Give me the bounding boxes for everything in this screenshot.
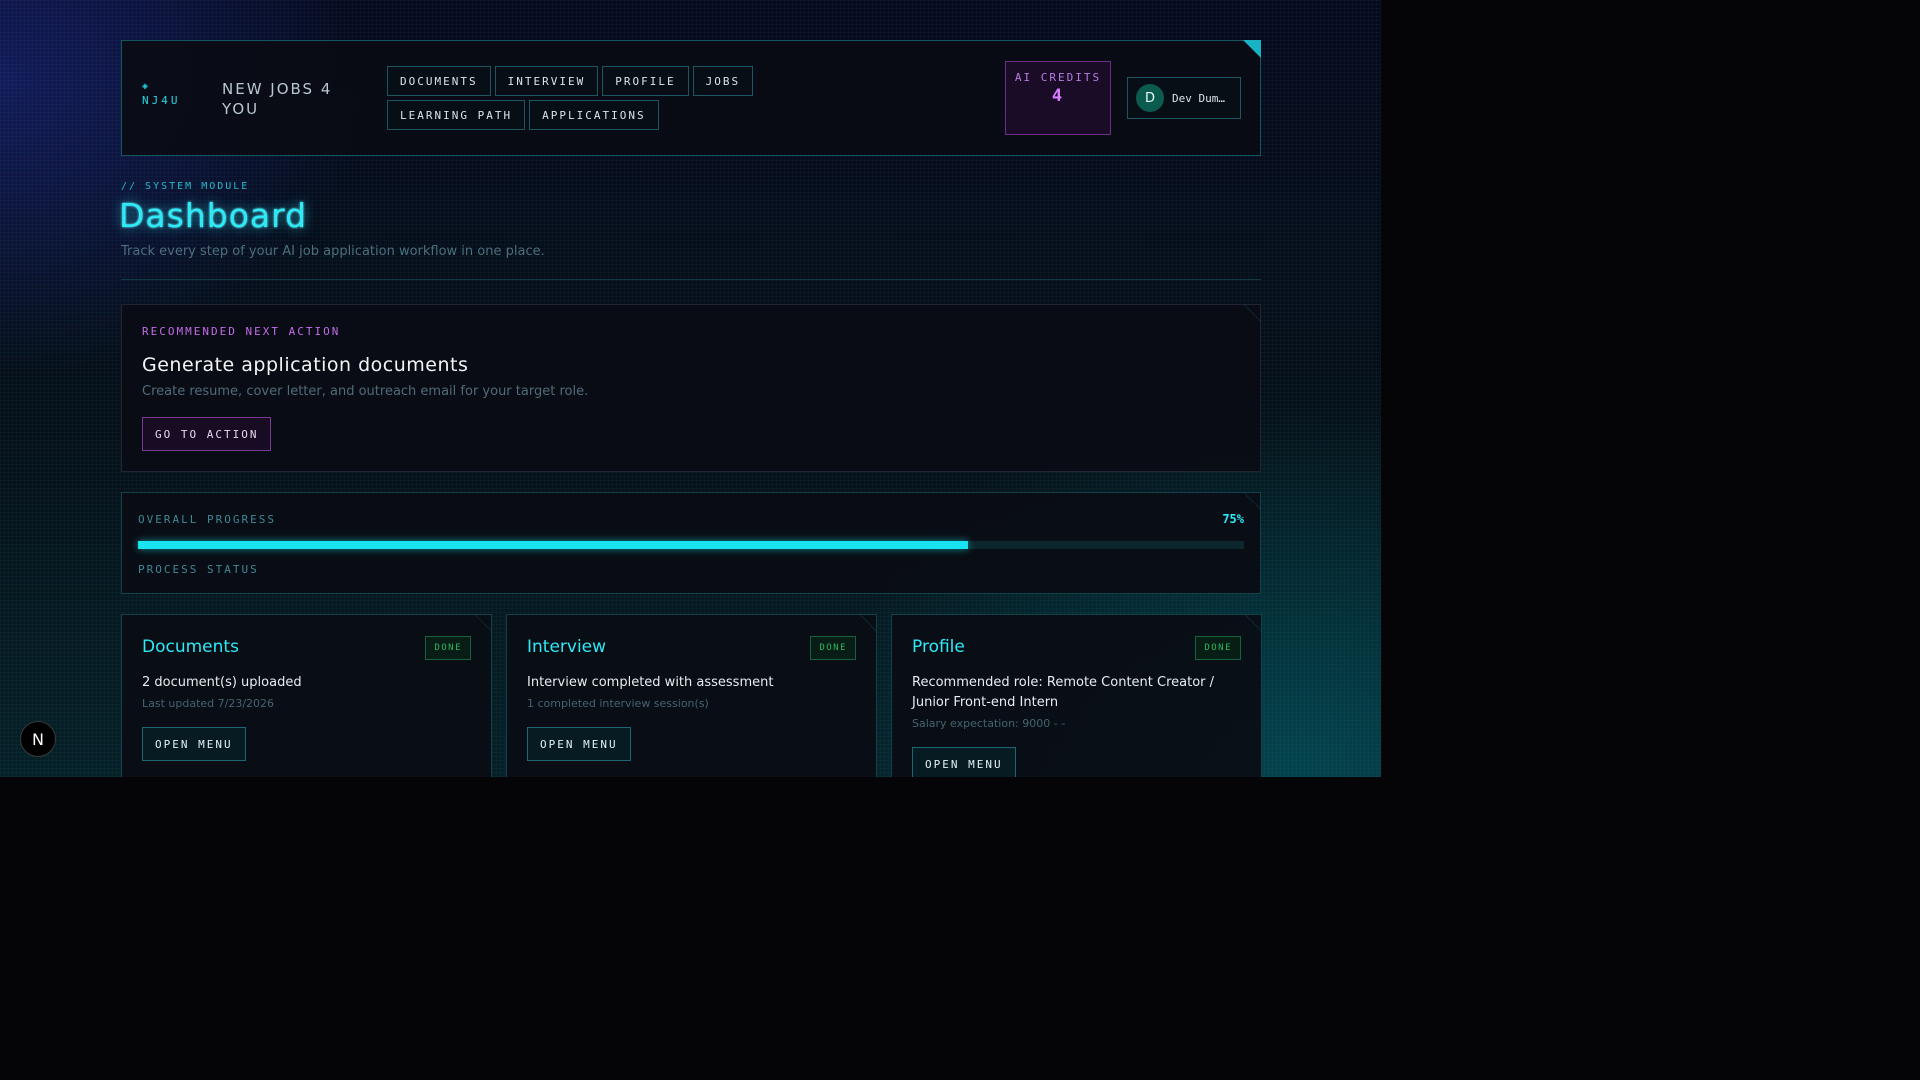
main-nav: DOCUMENTS INTERVIEW PROFILE JOBS LEARNIN… [387, 66, 887, 130]
progress-panel: OVERALL PROGRESS 75% PROCESS STATUS [121, 492, 1261, 594]
card-detail: Last updated 7/23/2026 [142, 697, 275, 710]
card-detail: 1 completed interview session(s) [527, 697, 709, 710]
credits-value: 4 [1051, 86, 1065, 106]
card-profile: Profile DONE Recommended role: Remote Co… [891, 614, 1262, 777]
dev-tools-badge[interactable]: N [20, 721, 56, 757]
nav-documents[interactable]: DOCUMENTS [387, 66, 491, 96]
open-menu-button[interactable]: OPEN MENU [527, 727, 631, 761]
open-menu-button[interactable]: OPEN MENU [912, 747, 1016, 777]
process-status-label: PROCESS STATUS [138, 563, 259, 576]
nav-learning-path[interactable]: LEARNING PATH [387, 100, 526, 130]
card-summary: Recommended role: Remote Content Creator… [912, 675, 1215, 710]
progress-percent: 75% [1222, 512, 1244, 526]
card-detail: Salary expectation: 9000 - - [912, 717, 1066, 730]
page-subtitle: Track every step of your AI job applicat… [121, 244, 545, 259]
user-name: Dev Dum… [1172, 91, 1225, 105]
progress-track [138, 541, 1244, 549]
nav-jobs[interactable]: JOBS [692, 66, 754, 96]
status-badge: DONE [425, 636, 471, 660]
logo-text: NJ4U [142, 94, 181, 107]
ai-credits: AI CREDITS 4 [1005, 61, 1111, 135]
recommended-kicker: RECOMMENDED NEXT ACTION [142, 325, 341, 338]
progress-fill [138, 541, 968, 549]
divider [121, 279, 1261, 280]
recommended-description: Create resume, cover letter, and outreac… [142, 384, 589, 399]
card-title: Documents [142, 637, 239, 657]
open-menu-button[interactable]: OPEN MENU [142, 727, 246, 761]
progress-label: OVERALL PROGRESS [138, 513, 276, 526]
status-badge: DONE [1195, 636, 1241, 660]
user-menu[interactable]: D Dev Dum… [1127, 77, 1241, 119]
logo[interactable]: ◈ NJ4U [142, 81, 181, 107]
card-summary: Interview completed with assessment [527, 675, 774, 690]
credits-label: AI CREDITS [1014, 71, 1102, 84]
corner-accent [1243, 40, 1261, 58]
nav-applications[interactable]: APPLICATIONS [529, 100, 659, 130]
brand-name: NEW JOBS 4 YOU [222, 80, 333, 118]
page-title: Dashboard [119, 196, 308, 235]
avatar: D [1136, 84, 1164, 112]
card-title: Interview [527, 637, 607, 657]
status-badge: DONE [810, 636, 856, 660]
recommended-title: Generate application documents [142, 354, 469, 376]
recommended-action-panel: RECOMMENDED NEXT ACTION Generate applica… [121, 304, 1261, 472]
diamond-icon: ◈ [142, 81, 152, 92]
card-summary: 2 document(s) uploaded [142, 675, 302, 690]
card-title: Profile [912, 637, 965, 657]
app-viewport: ◈ NJ4U NEW JOBS 4 YOU DOCUMENTS INTERVIE… [0, 0, 1381, 777]
card-interview: Interview DONE Interview completed with … [506, 614, 877, 777]
card-documents: Documents DONE 2 document(s) uploaded La… [121, 614, 492, 777]
go-to-action-button[interactable]: GO TO ACTION [142, 417, 272, 451]
top-header: ◈ NJ4U NEW JOBS 4 YOU DOCUMENTS INTERVIE… [121, 40, 1261, 156]
module-label: // SYSTEM MODULE [121, 181, 250, 192]
nav-profile[interactable]: PROFILE [602, 66, 689, 96]
nav-interview[interactable]: INTERVIEW [494, 66, 599, 96]
